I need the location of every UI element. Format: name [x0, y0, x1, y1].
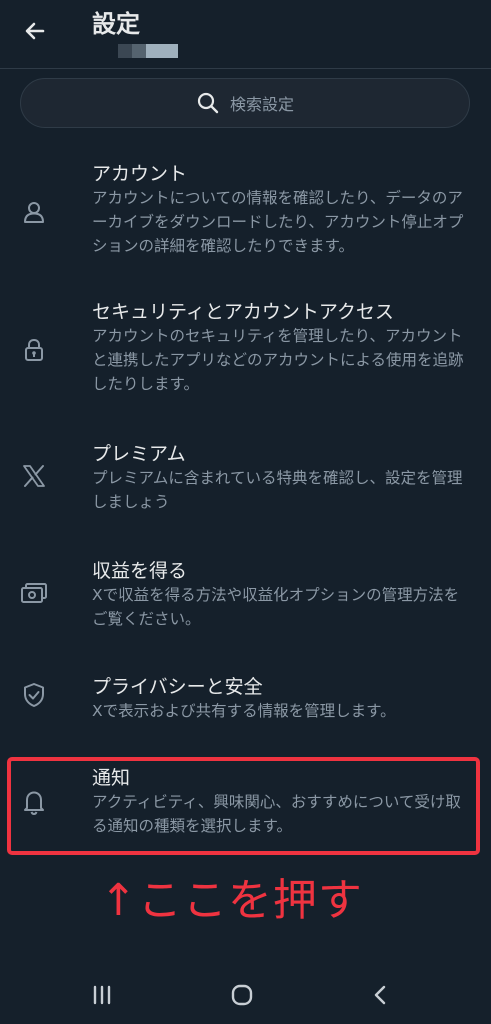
home-button[interactable]: [227, 980, 257, 1010]
settings-item-description: アカウントについての情報を確認したり、データのアーカイブをダウンロードしたり、ア…: [92, 189, 464, 255]
bell-icon: [20, 788, 48, 816]
money-icon: [20, 579, 48, 607]
person-icon: [20, 198, 48, 226]
top-app-bar: 設定: [0, 0, 491, 69]
nav-back-button[interactable]: [365, 980, 395, 1010]
settings-item-description: プレミアムに含まれている特典を確認し、設定を管理しましょう: [92, 469, 463, 511]
x-logo-icon: [20, 462, 48, 490]
username-redacted: [118, 44, 178, 58]
back-button[interactable]: [18, 14, 52, 48]
arrow-left-icon: [25, 22, 45, 40]
search-icon: [197, 92, 219, 114]
settings-item-description: アカウントのセキュリティを管理したり、アカウントと連携したアプリなどのアカウント…: [92, 327, 464, 393]
settings-item-title: 通知: [92, 767, 131, 789]
settings-item-title: セキュリティとアカウントアクセス: [92, 301, 394, 323]
settings-item-title: 収益を得る: [92, 560, 188, 582]
search-settings-input[interactable]: 検索設定: [20, 78, 470, 128]
settings-item-title: プライバシーと安全: [92, 676, 263, 698]
settings-item-title: アカウント: [92, 163, 188, 185]
settings-item-description: Xで収益を得る方法や収益化オプションの管理方法をご覧ください。: [92, 586, 460, 628]
settings-item-premium[interactable]: プレミアム プレミアムに含まれている特典を確認し、設定を管理しましょう: [0, 440, 491, 520]
system-nav-bar: [0, 960, 491, 1024]
chevron-left-icon: [374, 985, 386, 1005]
settings-item-notifications[interactable]: 通知 アクティビティ、興味関心、おすすめについて受け取る通知の種類を選択します。: [0, 764, 491, 844]
settings-item-account[interactable]: アカウント アカウントについての情報を確認したり、データのアーカイブをダウンロー…: [0, 160, 491, 270]
recents-icon: [93, 985, 111, 1005]
settings-item-description: アクティビティ、興味関心、おすすめについて受け取る通知の種類を選択します。: [92, 793, 461, 835]
shield-check-icon: [20, 681, 48, 709]
settings-item-privacy[interactable]: プライバシーと安全 Xで表示および共有する情報を管理します。: [0, 673, 491, 729]
settings-item-monetization[interactable]: 収益を得る Xで収益を得る方法や収益化オプションの管理方法をご覧ください。: [0, 557, 491, 637]
search-placeholder: 検索設定: [229, 95, 294, 114]
home-icon: [231, 984, 253, 1006]
settings-item-description: Xで表示および共有する情報を管理します。: [92, 702, 396, 720]
annotation-text: ↑ここを押す: [100, 875, 363, 926]
page-title: 設定: [92, 10, 140, 38]
lock-icon: [20, 336, 48, 364]
recents-button[interactable]: [87, 980, 117, 1010]
settings-item-security[interactable]: セキュリティとアカウントアクセス アカウントのセキュリティを管理したり、アカウン…: [0, 298, 491, 408]
settings-item-title: プレミアム: [92, 443, 186, 465]
